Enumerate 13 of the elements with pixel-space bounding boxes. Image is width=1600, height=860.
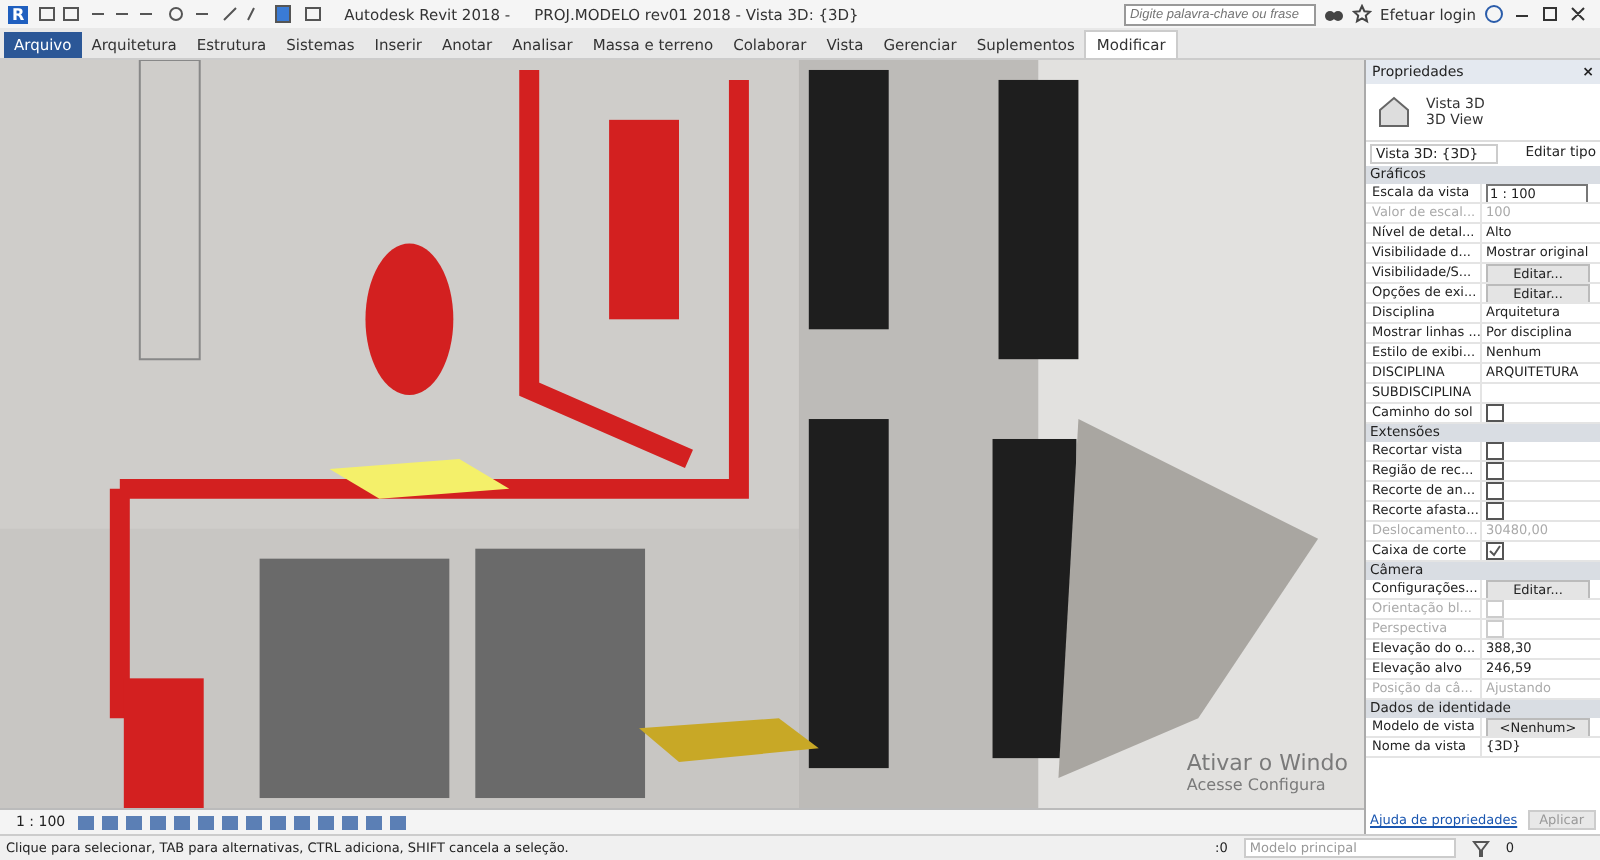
property-checkbox[interactable] xyxy=(1486,482,1504,500)
filter-icon[interactable] xyxy=(1471,839,1490,857)
activation-watermark-text: Ativar o Windo xyxy=(1186,750,1348,776)
house-icon xyxy=(1374,92,1414,132)
property-checkbox[interactable] xyxy=(1486,542,1504,560)
property-checkbox[interactable] xyxy=(1486,462,1504,480)
property-checkbox[interactable] xyxy=(1486,442,1504,460)
property-checkbox[interactable] xyxy=(1486,502,1504,520)
revit-logo-icon[interactable]: R xyxy=(8,5,29,23)
star-icon[interactable] xyxy=(1351,4,1372,24)
property-checkbox[interactable] xyxy=(1486,404,1504,422)
help-icon[interactable] xyxy=(1484,4,1504,24)
activation-watermark-text: Acesse Configura xyxy=(1186,776,1328,794)
